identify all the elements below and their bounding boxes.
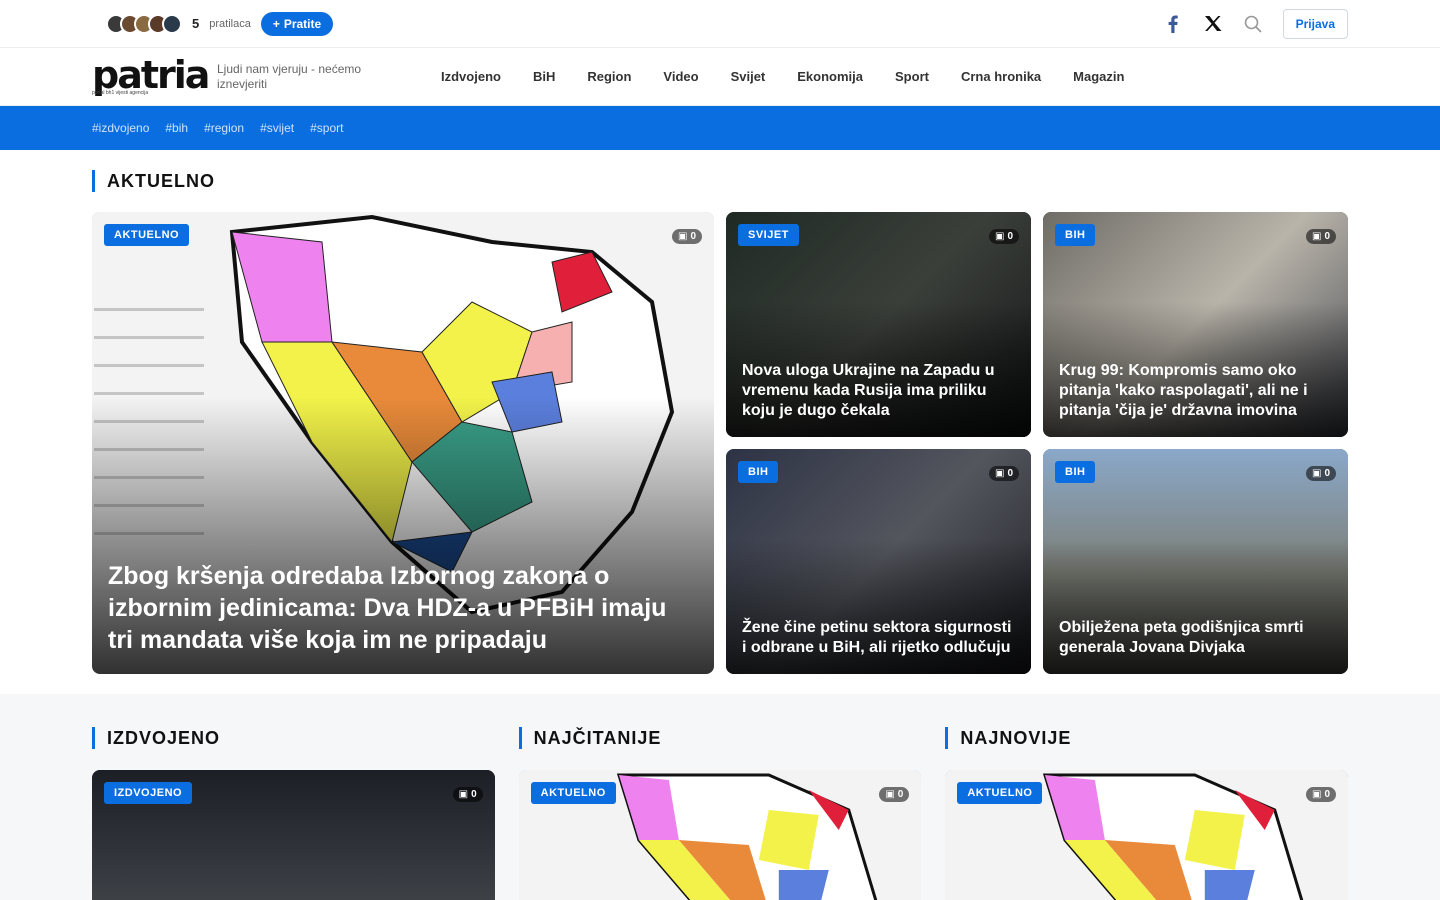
site-logo[interactable]: patria portal bh1 vijesti agencija	[92, 52, 210, 97]
tag-bar: #izdvojeno #bih #region #svijet #sport	[0, 106, 1440, 150]
comment-count-value: 0	[897, 789, 904, 800]
nav-item-izdvojeno[interactable]: Izdvojeno	[425, 69, 517, 84]
category-badge[interactable]: AKTUELNO	[104, 224, 190, 246]
nav-item-ekonomija[interactable]: Ekonomija	[781, 69, 879, 84]
main-nav: Izdvojeno BiH Region Video Svijet Ekonom…	[425, 69, 1140, 84]
comment-count: ▣ 0	[988, 466, 1019, 481]
comment-icon: ▣	[994, 468, 1005, 479]
category-badge[interactable]: IZDVOJENO	[104, 782, 193, 804]
facebook-icon[interactable]	[1163, 14, 1183, 34]
followers-count: 5	[192, 16, 200, 31]
category-badge[interactable]: AKTUELNO	[957, 782, 1043, 804]
top-bar: 5 pratilaca + Pratite Prijava	[0, 0, 1440, 48]
comment-count-value: 0	[1007, 468, 1013, 479]
follower-avatars	[106, 13, 182, 34]
comment-icon: ▣	[994, 231, 1005, 242]
comment-count: ▣ 0	[1305, 229, 1336, 244]
comment-count-value: 0	[1324, 231, 1330, 242]
article-title[interactable]: Krug 99: Kompromis samo oko pitanja 'kak…	[1059, 361, 1332, 421]
article-card[interactable]: IZDVOJENO ▣ 0	[92, 770, 495, 900]
follow-label: Pratite	[283, 16, 322, 31]
search-icon[interactable]	[1243, 14, 1263, 34]
article-card[interactable]: BIH ▣ 0 Žene čine petinu sektora sigurnos…	[726, 449, 1031, 674]
article-title[interactable]: Zbog kršenja odredaba Izbornog zakona o …	[108, 560, 698, 656]
lower-columns: IZDVOJENO IZDVOJENO ▣ 0 NAJČITANIJE AKTU…	[0, 694, 1440, 900]
article-card[interactable]: AKTUELNO ▣ 0	[945, 770, 1349, 900]
comment-icon: ▣	[1312, 789, 1322, 800]
comment-icon: ▣	[1311, 468, 1322, 479]
aktuelno-grid: AKTUELNO ▣ 0 Zbog kršenja odredaba Izbor…	[92, 212, 1348, 674]
nav-item-crna-hronika[interactable]: Crna hronika	[945, 69, 1057, 84]
comment-count-value: 0	[1007, 231, 1013, 242]
aktuelno-section: AKTUELNO AKTUELNO ▣ 0 Zbog kršenja odred…	[0, 150, 1440, 674]
tag-link[interactable]: #bih	[165, 121, 188, 135]
category-badge[interactable]: BIH	[1055, 224, 1096, 246]
comment-count-value: 0	[1324, 789, 1331, 800]
comment-count: ▣ 0	[879, 787, 910, 802]
featured-article-card[interactable]: AKTUELNO ▣ 0 Zbog kršenja odredaba Izbor…	[92, 212, 714, 674]
nav-item-region[interactable]: Region	[571, 69, 647, 84]
najcitanije-column: NAJČITANIJE AKTUELNO ▣ 0	[518, 694, 922, 900]
comment-icon: ▣	[677, 231, 688, 242]
plus-icon: +	[272, 16, 280, 31]
nav-item-svijet[interactable]: Svijet	[715, 69, 782, 84]
tag-link[interactable]: #sport	[310, 121, 343, 135]
izdvojeno-column: IZDVOJENO IZDVOJENO ▣ 0	[92, 694, 495, 900]
article-title[interactable]: Nova uloga Ukrajine na Zapadu u vremenu …	[742, 361, 1015, 421]
comment-count-value: 0	[1324, 468, 1330, 479]
logo-tagline: portal bh1 vijesti agencija	[92, 89, 149, 96]
article-card[interactable]: AKTUELNO ▣ 0	[518, 770, 922, 900]
category-badge[interactable]: BIH	[1055, 461, 1096, 483]
category-badge[interactable]: AKTUELNO	[530, 782, 616, 804]
comment-count: ▣ 0	[988, 229, 1019, 244]
logo-word: patria	[92, 52, 210, 97]
tag-link[interactable]: #izdvojeno	[92, 121, 149, 135]
comment-count: ▣ 0	[671, 229, 702, 244]
category-badge[interactable]: BIH	[738, 461, 779, 483]
avatar	[162, 13, 182, 34]
article-card[interactable]: BIH ▣ 0 Krug 99: Kompromis samo oko pitan…	[1043, 212, 1348, 437]
article-title[interactable]: Obilježena peta godišnjica smrti general…	[1059, 618, 1332, 658]
najnovije-column: NAJNOVIJE AKTUELNO ▣ 0	[945, 694, 1349, 900]
followers-block: 5 pratilaca + Pratite	[106, 11, 334, 36]
tag-link[interactable]: #svijet	[260, 121, 294, 135]
follow-button[interactable]: + Pratite	[260, 11, 334, 36]
comment-count: ▣ 0	[452, 787, 483, 802]
nav-item-sport[interactable]: Sport	[879, 69, 945, 84]
comment-count-value: 0	[690, 231, 696, 242]
nav-item-magazin[interactable]: Magazin	[1057, 69, 1140, 84]
article-card[interactable]: BIH ▣ 0 Obilježena peta godišnjica smrti …	[1043, 449, 1348, 674]
x-icon[interactable]	[1203, 14, 1223, 34]
comment-icon: ▣	[458, 789, 469, 800]
section-title: NAJNOVIJE	[945, 727, 1348, 749]
aktuelno-side-grid: SVIJET ▣ 0 Nova uloga Ukrajine na Zapadu …	[726, 212, 1348, 674]
section-title: IZDVOJENO	[92, 727, 495, 749]
followers-label: pratilaca	[209, 17, 251, 30]
nav-item-video[interactable]: Video	[647, 69, 714, 84]
article-title[interactable]: Žene čine petinu sektora sigurnosti i od…	[742, 618, 1015, 658]
comment-count-value: 0	[471, 789, 477, 800]
section-title: AKTUELNO	[92, 170, 1348, 192]
category-badge[interactable]: SVIJET	[738, 224, 799, 246]
top-actions: Prijava	[1163, 8, 1348, 39]
comment-icon: ▣	[885, 789, 895, 800]
tag-link[interactable]: #region	[204, 121, 244, 135]
comment-icon: ▣	[1311, 231, 1322, 242]
login-button[interactable]: Prijava	[1282, 8, 1348, 39]
nav-item-bih[interactable]: BiH	[517, 69, 571, 84]
comment-count: ▣ 0	[1306, 787, 1337, 802]
site-slogan: Ljudi nam vjeruju - nećemo iznevjeriti	[217, 61, 362, 91]
site-header: patria portal bh1 vijesti agencija Ljudi…	[0, 48, 1440, 106]
section-title: NAJČITANIJE	[518, 727, 922, 749]
article-card[interactable]: SVIJET ▣ 0 Nova uloga Ukrajine na Zapadu …	[726, 212, 1031, 437]
comment-count: ▣ 0	[1305, 466, 1336, 481]
